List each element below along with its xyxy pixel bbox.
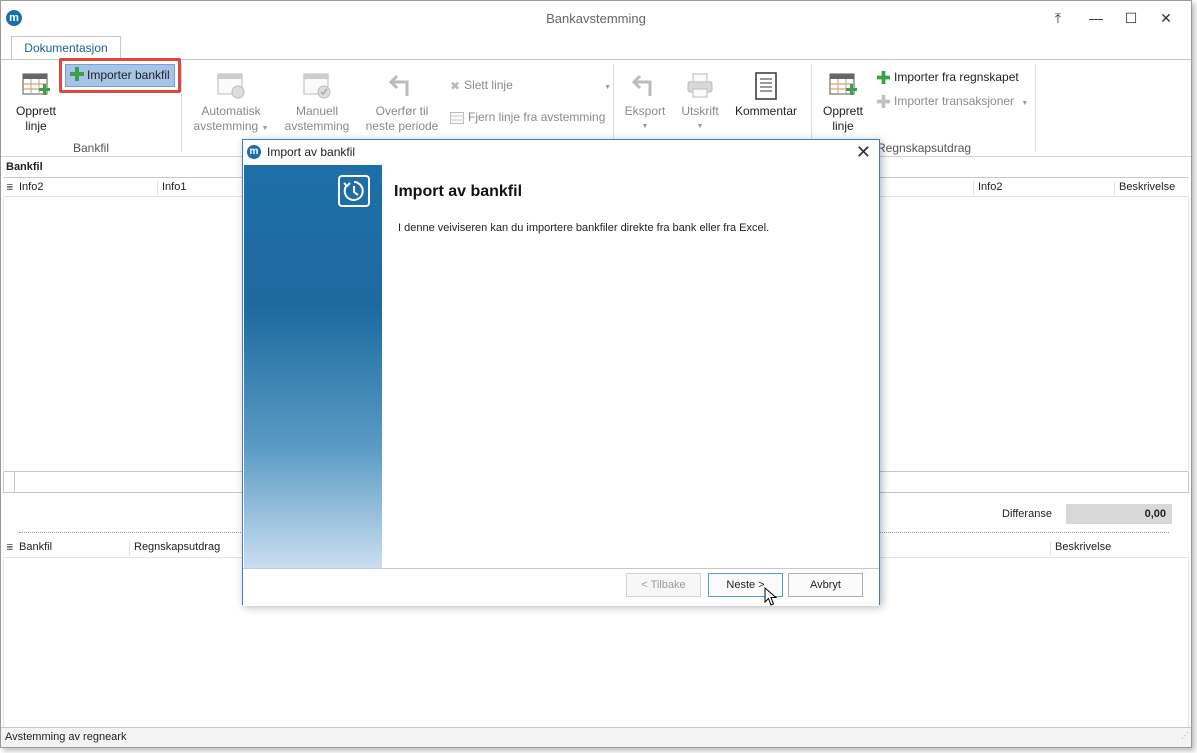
group-divider — [1035, 64, 1036, 152]
differanse-value: 0,00 — [1066, 504, 1172, 524]
cancel-button[interactable]: Avbryt — [788, 573, 863, 597]
automatisk-avstemming-button[interactable]: Automatisk avstemming ▼ — [189, 72, 273, 136]
dialog-description: I denne veiviseren kan du importere bank… — [398, 222, 770, 234]
column-header-beskrivelse[interactable]: Beskrivelse — [1114, 181, 1175, 196]
dialog-title-bar: m Import av bankfil ✕ — [243, 140, 879, 164]
manuell-label-2: avstemming — [284, 119, 350, 133]
window-title: Bankavstemming — [546, 11, 646, 26]
tab-dokumentasjon[interactable]: Dokumentasjon — [11, 36, 121, 60]
slett-linje-button[interactable]: ✖ Slett linje ▼ — [450, 77, 611, 96]
manuell-label-1: Manuell — [295, 104, 339, 118]
wizard-side-banner — [244, 165, 382, 568]
automatisk-label-2: avstemming ▼ — [193, 119, 269, 133]
overfor-neste-periode-button[interactable]: Overfør til neste periode — [363, 72, 441, 134]
comment-document-icon — [755, 72, 777, 100]
dropdown-arrow-icon: ▼ — [604, 84, 612, 91]
dropdown-arrow-icon: ▼ — [261, 125, 269, 132]
dropdown-arrow-icon: ▼ — [641, 123, 649, 130]
dialog-footer — [243, 568, 879, 606]
overfor-label-1: Overfør til — [375, 104, 429, 118]
importer-transaksjoner-label: Importer transaksjoner — [894, 94, 1015, 108]
column-header-bankfil[interactable]: Bankfil — [15, 541, 52, 556]
column-header-beskrivelse[interactable]: Beskrivelse — [1050, 541, 1111, 556]
add-row-grid-icon — [22, 73, 50, 95]
mouse-cursor-icon — [764, 587, 778, 606]
dropdown-arrow-icon: ▼ — [1021, 100, 1029, 107]
kommentar-label: Kommentar — [734, 104, 798, 118]
export-arrow-icon — [631, 74, 652, 96]
opprett-linje-regnskap-button[interactable]: Opprett linje — [818, 72, 868, 134]
row-selector-icon: ≣ — [6, 182, 14, 192]
importer-bankfil-label: Importer bankfil — [87, 68, 170, 82]
dialog-heading: Import av bankfil — [394, 183, 523, 200]
resize-grip-icon[interactable]: ⋰ — [1181, 726, 1189, 745]
opprett-linje-bankfil-button[interactable]: Opprett linje — [11, 72, 61, 134]
printer-icon — [687, 73, 713, 98]
column-header-info1[interactable]: Info1 — [157, 181, 186, 196]
dialog-close-icon[interactable]: ✕ — [856, 142, 871, 163]
dropdown-arrow-icon: ▼ — [696, 123, 704, 130]
importer-bankfil-button[interactable]: Importer bankfil — [59, 58, 181, 93]
group-label-regnskapsutdrag: Regnskapsutdrag — [877, 141, 972, 155]
green-plus-icon — [70, 67, 84, 81]
back-button[interactable]: < Tilbake — [626, 573, 701, 597]
remove-row-grid-icon — [450, 111, 464, 124]
opprett-linje-label-1: Opprett — [15, 104, 57, 118]
return-arrow-icon — [388, 74, 409, 96]
fjern-linje-label: Fjern linje fra avstemming — [468, 110, 606, 124]
fjern-linje-button[interactable]: Fjern linje fra avstemming — [450, 109, 605, 125]
row-selector-icon: ≣ — [6, 542, 14, 552]
opprett-linje-label-2: linje — [25, 119, 47, 133]
importer-transaksjoner-button[interactable]: Importer transaksjoner ▼ — [877, 93, 1028, 112]
dialog-title: Import av bankfil — [267, 145, 356, 159]
status-text: Avstemming av regneark — [5, 731, 127, 743]
importer-fra-regnskapet-button[interactable]: Importer fra regnskapet — [877, 69, 1019, 85]
manual-reconcile-grid-icon — [303, 73, 331, 99]
importer-regnskapet-label: Importer fra regnskapet — [894, 70, 1019, 84]
minimize-button[interactable]: — — [1085, 9, 1107, 27]
group-divider — [181, 64, 182, 152]
group-label-bankfil: Bankfil — [73, 141, 110, 155]
overfor-label-2: neste periode — [365, 119, 439, 133]
utskrift-label: Utskrift — [681, 104, 719, 118]
eksport-button[interactable]: Eksport ▼ — [621, 72, 669, 134]
auto-reconcile-grid-icon — [217, 73, 245, 99]
column-header-regnskapsutdrag[interactable]: Regnskapsutdrag — [129, 541, 220, 556]
close-button[interactable]: ✕ — [1155, 9, 1177, 27]
manuell-avstemming-button[interactable]: Manuell avstemming — [281, 72, 353, 134]
bankfil-section-label: Bankfil — [6, 161, 43, 173]
add-row-grid-icon — [829, 73, 857, 95]
utskrift-button[interactable]: Utskrift ▼ — [677, 72, 723, 134]
restore-clock-icon — [338, 175, 370, 207]
eksport-label: Eksport — [624, 104, 666, 118]
opprett-linje-label-2: linje — [832, 119, 854, 133]
opprett-linje-label-1: Opprett — [822, 104, 864, 118]
column-header-info2[interactable]: Info2 — [15, 181, 43, 196]
slett-linje-label: Slett linje — [464, 78, 513, 92]
delete-x-icon: ✖ — [450, 78, 461, 93]
green-plus-icon — [877, 71, 890, 85]
maximize-button[interactable]: ☐ — [1120, 9, 1142, 27]
kommentar-button[interactable]: Kommentar — [731, 72, 801, 119]
pin-icon[interactable]: ⤒ — [1047, 9, 1069, 27]
status-bar: Avstemming av regneark ⋰ — [1, 727, 1191, 747]
column-header-info2-right[interactable]: Info2 — [973, 181, 1002, 196]
automatisk-label-1: Automatisk — [201, 104, 261, 118]
app-logo-icon: m — [247, 145, 261, 159]
differanse-label: Differanse — [1002, 508, 1052, 520]
title-bar: m Bankavstemming ⤒ — ☐ ✕ — [1, 1, 1191, 35]
plus-icon — [877, 95, 890, 109]
import-dialog: m Import av bankfil ✕ Import av bankfil … — [242, 139, 880, 606]
